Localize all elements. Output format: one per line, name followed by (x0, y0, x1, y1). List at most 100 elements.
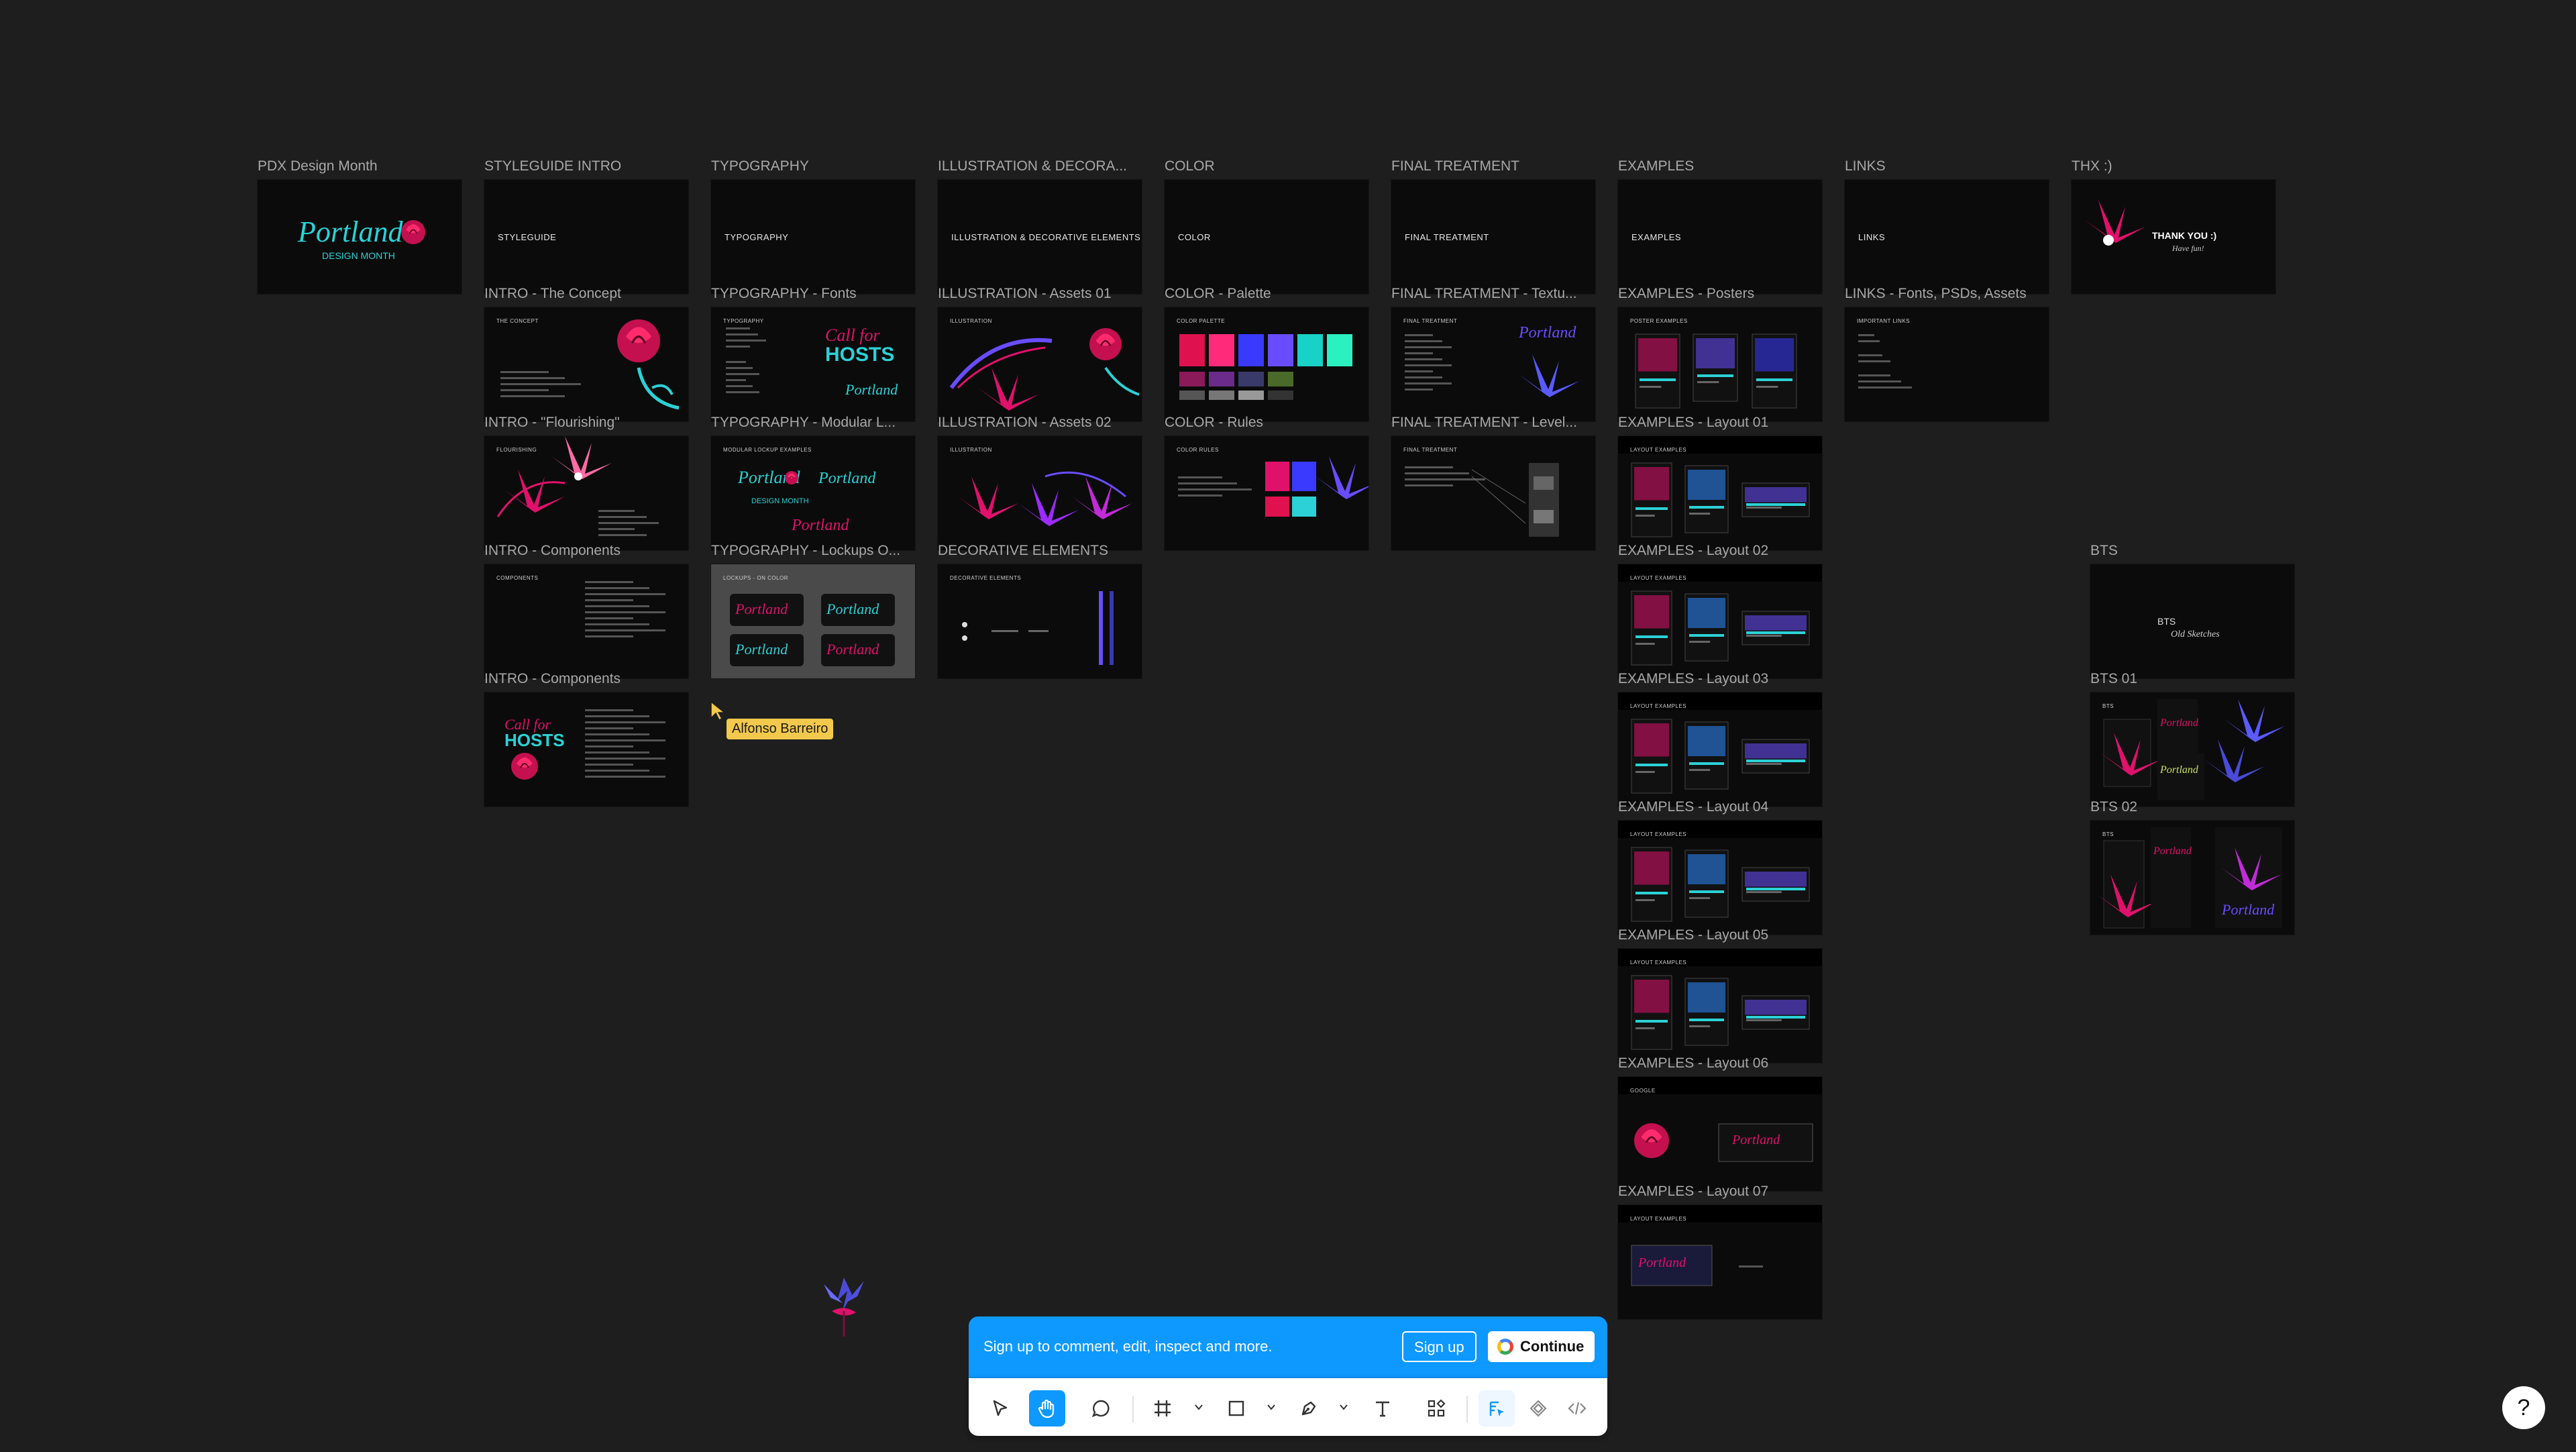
component-tool-button[interactable] (1520, 1390, 1556, 1427)
frame[interactable]: EXAMPLES - Layout 02 LAYOUT EXAMPLES (1618, 543, 1822, 678)
slide-thumbnail[interactable]: FINAL TREATMENT (1391, 436, 1595, 550)
frame-label[interactable]: PDX Design Month (258, 158, 378, 174)
slide-thumbnail[interactable]: COLOR RULES (1165, 436, 1368, 550)
slide-thumbnail[interactable]: Call for HOSTS Portland TYPOGRAPHY (711, 307, 915, 421)
frame[interactable]: THX :) THANK YOU :) Have fun!THANK YOU :) (2072, 158, 2275, 294)
frame[interactable]: EXAMPLES - Layout 05 LAYOUT EXAMPLES (1618, 927, 1822, 1063)
slide-thumbnail[interactable]: IMPORTANT LINKS (1845, 307, 2049, 421)
text-tool-button[interactable] (1364, 1390, 1401, 1427)
frame-label[interactable]: EXAMPLES - Posters (1618, 286, 1754, 302)
frame-label[interactable]: TYPOGRAPHY - Fonts (711, 286, 857, 302)
frame-label[interactable]: BTS (2090, 543, 2118, 559)
frame[interactable]: INTRO - The Concept THE CONCEPT (484, 286, 688, 421)
frame-label[interactable]: EXAMPLES - Layout 03 (1618, 671, 1768, 687)
frame[interactable]: ILLUSTRATION & DECORA... ILLUSTRATION & D… (938, 158, 1142, 294)
frame[interactable]: TYPOGRAPHY - Lockups O... Portland Portl… (711, 543, 915, 678)
frame-label[interactable]: EXAMPLES - Layout 06 (1618, 1055, 1768, 1072)
help-button[interactable]: ? (2502, 1386, 2545, 1429)
frame[interactable]: STYLEGUIDE INTRO STYLEGUIDE (484, 158, 688, 294)
slide-thumbnail[interactable]: ILLUSTRATION & DECORATIVE ELEMENTS (938, 180, 1142, 294)
frame[interactable]: TYPOGRAPHY TYPOGRAPHY (711, 158, 915, 294)
frame[interactable]: ILLUSTRATION - Assets 01 ILLUSTRATION (938, 286, 1142, 421)
slide-thumbnail[interactable]: EXAMPLES (1618, 180, 1822, 294)
slide-thumbnail[interactable]: Portland Portland BTS (2090, 821, 2294, 935)
frame-label[interactable]: TYPOGRAPHY - Lockups O... (711, 543, 900, 559)
frame-label[interactable]: FINAL TREATMENT - Level... (1391, 415, 1577, 431)
slide-thumbnail[interactable]: STYLEGUIDE (484, 180, 688, 294)
slide-thumbnail[interactable]: POSTER EXAMPLES (1618, 307, 1822, 421)
slide-thumbnail[interactable]: Portland DESIGN MONTHPortland DESIGN MON… (258, 180, 462, 294)
slide-thumbnail[interactable]: LAYOUT EXAMPLES (1618, 436, 1822, 550)
frame-label[interactable]: EXAMPLES (1618, 158, 1694, 174)
frame[interactable]: EXAMPLES - Layout 01 LAYOUT EXAMPLES (1618, 415, 1822, 550)
frame-label[interactable]: ILLUSTRATION & DECORA... (938, 158, 1127, 174)
frame[interactable]: EXAMPLES - Layout 06 Portland GOOGLE (1618, 1055, 1822, 1191)
frame-label[interactable]: INTRO - "Flourishing" (484, 415, 620, 431)
frame-label[interactable]: INTRO - Components (484, 543, 621, 559)
slide-thumbnail[interactable]: DECORATIVE ELEMENTS (938, 564, 1142, 678)
pen-tool-button[interactable] (1291, 1390, 1327, 1427)
frame[interactable]: EXAMPLES - Layout 03 LAYOUT EXAMPLES (1618, 671, 1822, 807)
slide-thumbnail[interactable]: ILLUSTRATION (938, 307, 1142, 421)
frame-label[interactable]: TYPOGRAPHY - Modular L... (711, 415, 896, 431)
slide-thumbnail[interactable]: Portland Portland BTS (2090, 692, 2294, 807)
slide-thumbnail[interactable]: LAYOUT EXAMPLES (1618, 821, 1822, 935)
frame[interactable]: FINAL TREATMENT - Textu... Portland FINAL … (1391, 286, 1595, 421)
slide-thumbnail[interactable]: Call for HOSTS (484, 692, 688, 807)
move-tool-button[interactable] (982, 1390, 1018, 1427)
frame[interactable]: FINAL TREATMENT - Level... FINAL TREATMEN… (1391, 415, 1595, 550)
frame-label[interactable]: STYLEGUIDE INTRO (484, 158, 621, 174)
slide-thumbnail[interactable]: Portland Portland Portland Portland LOCKU… (711, 564, 915, 678)
frame[interactable]: EXAMPLES EXAMPLES (1618, 158, 1822, 294)
chevron-down-icon[interactable] (1339, 1402, 1348, 1412)
frame[interactable]: COLOR - Rules COLOR RULES (1165, 415, 1368, 550)
frame-label[interactable]: INTRO - Components (484, 671, 621, 687)
frame[interactable]: LINKS LINKS (1845, 158, 2049, 294)
frame-label[interactable]: BTS 02 (2090, 799, 2137, 815)
frame[interactable]: COLOR COLOR (1165, 158, 1368, 294)
frame[interactable]: PDX Design Month Portland DESIGN MONTHPor… (258, 158, 462, 294)
frame-label[interactable]: COLOR - Rules (1165, 415, 1263, 431)
slide-thumbnail[interactable]: Portland FINAL TREATMENT (1391, 307, 1595, 421)
frame-label[interactable]: LINKS - Fonts, PSDs, Assets (1845, 286, 2027, 302)
frame[interactable]: FINAL TREATMENT FINAL TREATMENT (1391, 158, 1595, 294)
frame-label[interactable]: COLOR - Palette (1165, 286, 1271, 302)
sign-up-button[interactable]: Sign up (1402, 1331, 1477, 1362)
frame-label[interactable]: DECORATIVE ELEMENTS (938, 543, 1108, 559)
frame-label[interactable]: EXAMPLES - Layout 02 (1618, 543, 1768, 559)
frame-label[interactable]: EXAMPLES - Layout 01 (1618, 415, 1768, 431)
slide-thumbnail[interactable]: COLOR (1165, 180, 1368, 294)
frame-label[interactable]: LINKS (1845, 158, 1886, 174)
frame[interactable]: INTRO - "Flourishing" FLOURISHING (484, 415, 688, 550)
slide-thumbnail[interactable]: Portland LAYOUT EXAMPLES (1618, 1205, 1822, 1319)
continue-with-google-button[interactable]: Continue (1488, 1331, 1595, 1362)
slide-thumbnail[interactable]: Portland Portland DESIGN MONTH Portland MODU… (711, 436, 915, 550)
slide-thumbnail[interactable]: BTS Old SketchesBTS Old Sketches (2090, 564, 2294, 678)
frame-label[interactable]: EXAMPLES - Layout 07 (1618, 1184, 1768, 1200)
frame[interactable]: EXAMPLES - Layout 07 Portland LAYOUT EXAMP… (1618, 1184, 1822, 1319)
chevron-down-icon[interactable] (1267, 1402, 1276, 1412)
slide-thumbnail[interactable]: LAYOUT EXAMPLES (1618, 692, 1822, 807)
slide-thumbnail[interactable]: LAYOUT EXAMPLES (1618, 564, 1822, 678)
frame-label[interactable]: ILLUSTRATION - Assets 01 (938, 286, 1112, 302)
code-tool-button[interactable] (1559, 1390, 1595, 1427)
frame-label[interactable]: TYPOGRAPHY (711, 158, 809, 174)
slide-thumbnail[interactable]: COLOR PALETTE (1165, 307, 1368, 421)
slide-thumbnail[interactable]: COMPONENTS (484, 564, 688, 678)
frame-label[interactable]: COLOR (1165, 158, 1215, 174)
shape-tool-button[interactable] (1218, 1390, 1254, 1427)
frame[interactable]: BTS 02 Portland Portland BTS (2090, 799, 2294, 935)
frame[interactable]: DECORATIVE ELEMENTS DECORATIVE ELEMENTS (938, 543, 1142, 678)
frame[interactable]: BTS 01 Portland Portland BTS (2090, 671, 2294, 807)
slide-thumbnail[interactable]: LAYOUT EXAMPLES (1618, 949, 1822, 1063)
hand-tool-button[interactable] (1029, 1390, 1065, 1427)
frame[interactable]: EXAMPLES - Layout 04 LAYOUT EXAMPLES (1618, 799, 1822, 935)
frame[interactable]: BTS BTS Old SketchesBTS Old Sketches (2090, 543, 2294, 678)
frame[interactable]: ILLUSTRATION - Assets 02 ILLUSTRATION (938, 415, 1142, 550)
frame[interactable]: INTRO - Components COMPONENTS (484, 543, 688, 678)
comment-tool-button[interactable] (1083, 1390, 1119, 1427)
frame-label[interactable]: INTRO - The Concept (484, 286, 621, 302)
slide-thumbnail[interactable]: ILLUSTRATION (938, 436, 1142, 550)
slide-thumbnail[interactable]: FINAL TREATMENT (1391, 180, 1595, 294)
frame-label[interactable]: ILLUSTRATION - Assets 02 (938, 415, 1112, 431)
